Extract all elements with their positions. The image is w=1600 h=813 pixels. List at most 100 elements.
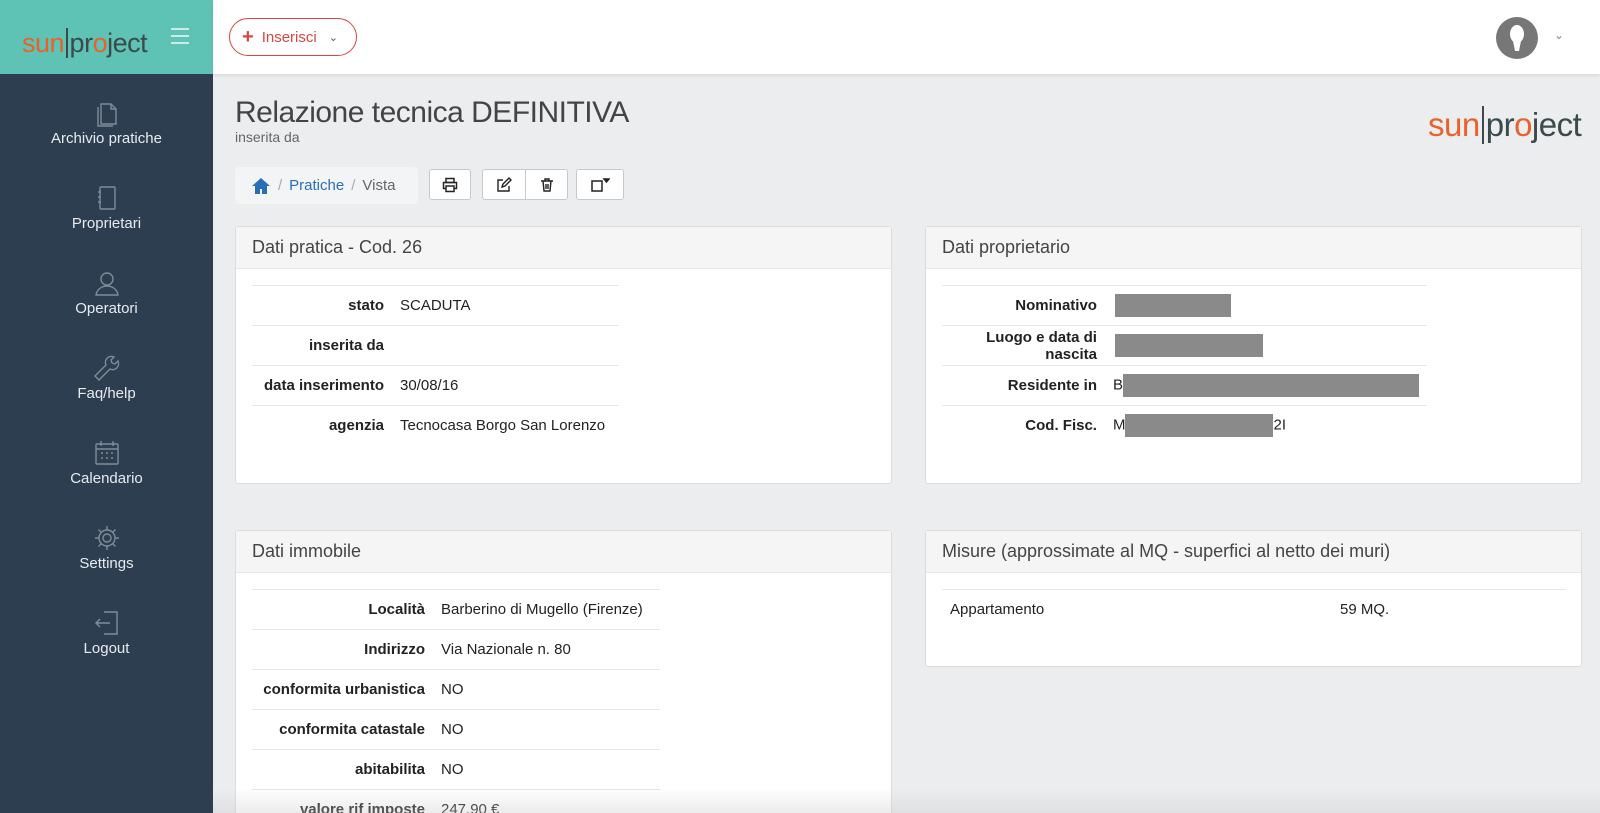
- panel-misure: Misure (approssimate al MQ - superfici a…: [925, 530, 1582, 667]
- field-label: Indirizzo: [252, 629, 433, 670]
- logo-text-pr: pr: [69, 28, 94, 58]
- field-label: abitabilita: [252, 749, 433, 790]
- sidebar-item-operatori[interactable]: Operatori: [0, 250, 213, 335]
- table-row: Nominativo: [942, 285, 1427, 326]
- insert-button-label: Inserisci: [261, 28, 317, 46]
- sidebar-item-label: Archivio pratiche: [51, 130, 162, 147]
- home-icon[interactable]: [251, 177, 271, 195]
- field-value: NO: [433, 749, 660, 790]
- sidebar-item-label: Proprietari: [71, 215, 142, 232]
- logo-text-ject: ject: [107, 28, 148, 58]
- panel-dati-proprietario: Dati proprietario Nominativo Luogo e dat…: [925, 226, 1582, 484]
- logo-text-sun: sun: [22, 28, 65, 58]
- panel-title: Dati immobile: [236, 531, 891, 573]
- field-value: SCADUTA: [392, 285, 619, 326]
- panel-dati-pratica: Dati pratica - Cod. 26 stato SCADUTA inse…: [235, 226, 892, 484]
- field-value: [392, 325, 619, 366]
- field-label: Residente in: [942, 365, 1105, 406]
- trash-icon: [540, 177, 553, 192]
- redacted-block: [1114, 334, 1263, 357]
- table-row: conformita urbanistica NO: [252, 669, 660, 710]
- field-value: NO: [433, 709, 660, 750]
- sidebar-item-archivio[interactable]: Archivio pratiche: [0, 80, 213, 165]
- panel-title: Dati proprietario: [926, 227, 1581, 269]
- table-row: data inserimento 30/08/16: [252, 365, 619, 406]
- panel-title: Dati pratica - Cod. 26: [236, 227, 891, 269]
- files-icon: [96, 103, 117, 127]
- logo-text-sun: sun: [1428, 106, 1480, 143]
- field-value: Tecnocasa Borgo San Lorenzo: [392, 405, 619, 446]
- field-value: B: [1104, 365, 1427, 406]
- redacted-block: [1114, 294, 1231, 317]
- edit-button[interactable]: [483, 170, 525, 199]
- plus-icon: +: [242, 26, 254, 48]
- pratica-table: stato SCADUTA inserita da data inseriment…: [252, 285, 619, 446]
- sidebar-item-label: Calendario: [70, 470, 143, 487]
- field-value: [1104, 325, 1427, 366]
- table-row: abitabilita NO: [252, 749, 660, 790]
- insert-button[interactable]: + Inserisci ⌄: [229, 18, 357, 56]
- delete-button[interactable]: [525, 170, 567, 199]
- brand-logo[interactable]: sun pr o ject: [22, 22, 148, 59]
- immobile-table: Località Barberino di Mugello (Firenze) I…: [252, 589, 660, 813]
- page-title: Relazione tecnica DEFINITIVA: [235, 96, 629, 129]
- value-prefix: B: [1112, 376, 1123, 394]
- field-label: conformita catastale: [252, 709, 433, 750]
- table-row: Appartamento 59 MQ.: [942, 589, 1566, 630]
- field-value: NO: [433, 669, 660, 710]
- breadcrumb-separator: /: [278, 177, 283, 194]
- field-label: valore rif imposte: [252, 789, 433, 813]
- sidebar-item-label: Settings: [79, 555, 134, 572]
- logo-text-pr: pr: [1485, 106, 1515, 143]
- value-suffix: 2I: [1273, 416, 1286, 434]
- chevron-down-icon: ⌄: [328, 31, 338, 44]
- logo-text-ject: ject: [1531, 106, 1582, 143]
- field-label: inserita da: [252, 325, 392, 366]
- table-row: Indirizzo Via Nazionale n. 80: [252, 629, 660, 670]
- wrench-icon: [93, 355, 119, 381]
- field-value: 247,90 €: [433, 789, 660, 813]
- field-value: Barberino di Mugello (Firenze): [433, 589, 660, 630]
- sidebar-item-logout[interactable]: Logout: [0, 590, 213, 675]
- users-icon: [94, 272, 119, 296]
- brand-header: sun pr o ject: [0, 0, 213, 74]
- misure-table: Appartamento 59 MQ.: [942, 589, 1566, 630]
- menu-toggle-icon[interactable]: [171, 28, 189, 49]
- table-row: Località Barberino di Mugello (Firenze): [252, 589, 660, 630]
- breadcrumb-separator: /: [351, 177, 356, 194]
- avatar[interactable]: [1496, 17, 1538, 59]
- sidebar-nav: Archivio pratiche Proprietari Operatori …: [0, 80, 213, 675]
- field-label: Cod. Fisc.: [942, 405, 1105, 446]
- field-label: stato: [252, 285, 392, 326]
- panel-dati-immobile: Dati immobile Località Barberino di Mugel…: [235, 530, 892, 813]
- logo-divider: [66, 28, 68, 58]
- topbar: + Inserisci ⌄ ⌄: [213, 0, 1600, 74]
- sidebar-item-proprietari[interactable]: Proprietari: [0, 165, 213, 250]
- breadcrumb: / Pratiche / Vista: [235, 167, 418, 204]
- sidebar-item-faq[interactable]: Faq/help: [0, 335, 213, 420]
- logout-icon: [94, 611, 118, 635]
- field-label: agenzia: [252, 405, 392, 446]
- user-menu-chevron-icon[interactable]: ⌄: [1554, 28, 1564, 42]
- gear-icon: [94, 526, 119, 550]
- table-row: agenzia Tecnocasa Borgo San Lorenzo: [252, 405, 619, 446]
- sidebar-item-label: Logout: [83, 640, 130, 657]
- breadcrumb-current: Vista: [362, 177, 396, 194]
- field-label: Luogo e data di nascita: [942, 325, 1105, 366]
- logo-text-o: o: [1514, 106, 1532, 143]
- view-options-button[interactable]: [576, 169, 624, 200]
- table-row: inserita da: [252, 325, 619, 366]
- breadcrumb-link-pratiche[interactable]: Pratiche: [289, 177, 344, 194]
- table-row: conformita catastale NO: [252, 709, 660, 750]
- print-button[interactable]: [429, 169, 471, 200]
- proprietario-table: Nominativo Luogo e data di nascita Resid…: [942, 285, 1427, 446]
- sidebar-item-calendario[interactable]: Calendario: [0, 420, 213, 505]
- header-logo: sun pr o ject: [1428, 98, 1582, 144]
- address-book-icon: [97, 186, 116, 210]
- redacted-block: [1123, 374, 1419, 397]
- sidebar-item-settings[interactable]: Settings: [0, 505, 213, 590]
- logo-divider: [1481, 106, 1484, 144]
- field-label: conformita urbanistica: [252, 669, 433, 710]
- value-prefix: M: [1112, 416, 1126, 434]
- page-subtitle: inserita da: [235, 129, 300, 145]
